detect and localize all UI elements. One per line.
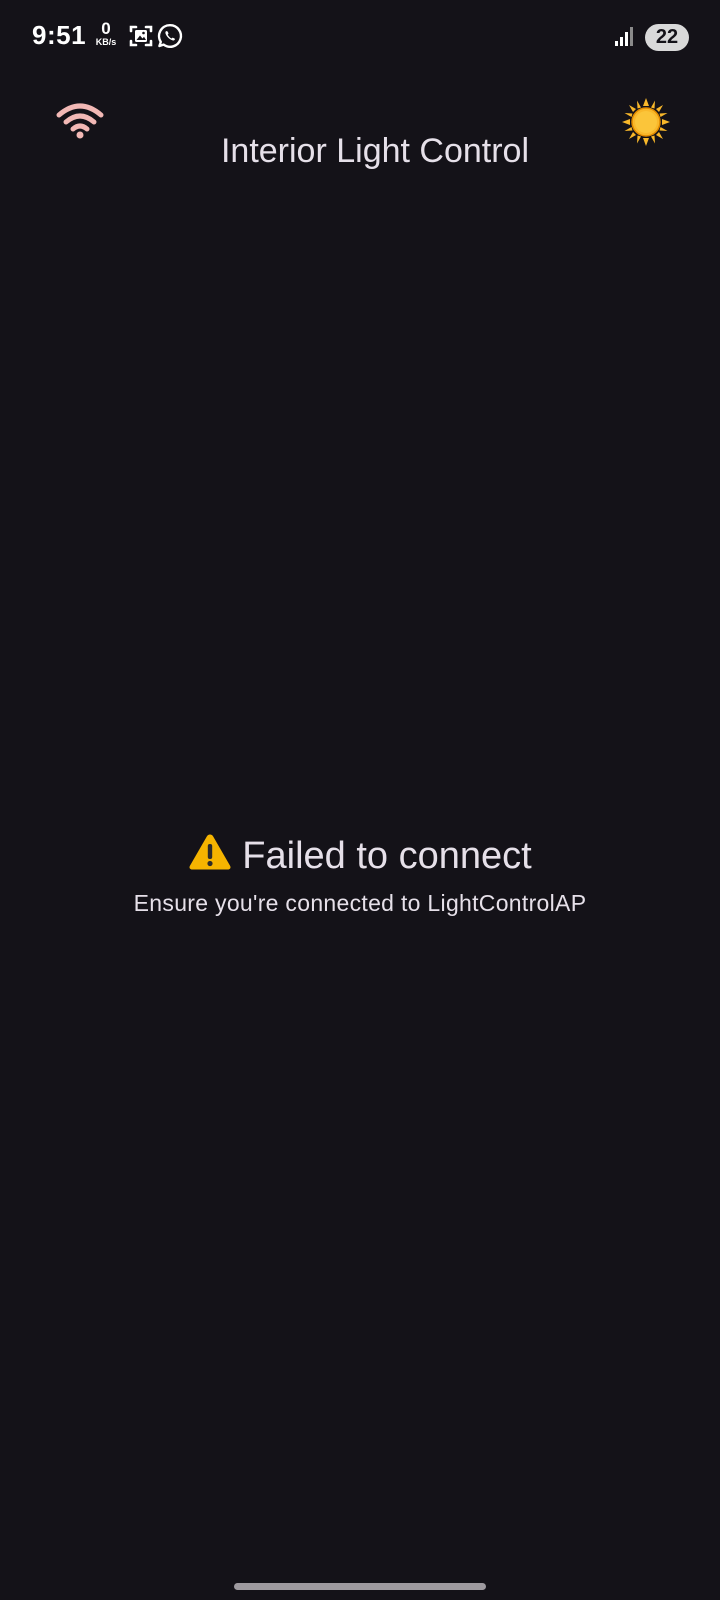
- warning-icon: [189, 834, 231, 870]
- network-speed-value: 0: [101, 19, 111, 38]
- signal-icon: [615, 27, 633, 46]
- battery-icon: 22: [645, 24, 689, 51]
- status-bar: 9:51 0 KB/s 22: [0, 0, 720, 74]
- error-hint: Ensure you're connected to LightControlA…: [133, 890, 587, 916]
- gesture-navigation-bar[interactable]: [234, 1583, 486, 1590]
- network-speed: 0 KB/s: [91, 20, 121, 47]
- error-title: Failed to connect: [242, 835, 532, 877]
- error-title-row: Failed to connect: [188, 832, 532, 878]
- gallery-notification-icon: [129, 25, 153, 47]
- whatsapp-icon: [157, 23, 183, 48]
- status-time: 9:51: [32, 20, 87, 50]
- app-screen: 9:51 0 KB/s 22 Interior Light Control Fa…: [0, 0, 720, 1600]
- network-speed-unit: KB/s: [95, 37, 117, 47]
- connection-error: Failed to connect Ensure you're connecte…: [0, 832, 720, 917]
- page-title: Interior Light Control: [220, 132, 530, 170]
